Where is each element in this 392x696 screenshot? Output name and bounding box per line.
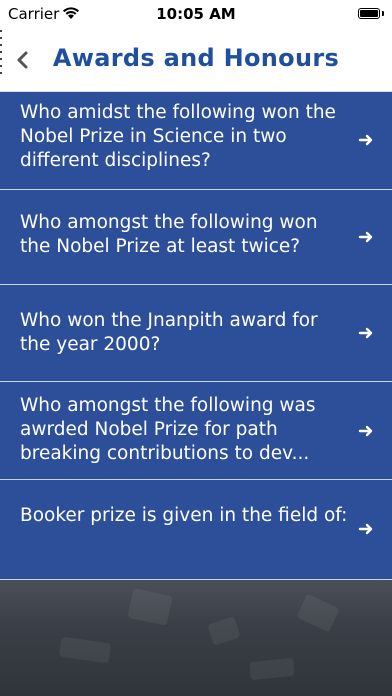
question-text: Who amongst the following won the Nobel …: [20, 212, 318, 257]
arrow-right-icon: [358, 231, 373, 243]
status-time: 10:05 AM: [156, 5, 236, 23]
arrow-right-icon: [358, 134, 373, 146]
navigation-header: Awards and Honours: [0, 28, 392, 92]
battery-tip: [382, 11, 384, 16]
arrow-right-icon: [358, 523, 373, 535]
question-list: Who amidst the following won the Nobel P…: [0, 92, 392, 580]
battery-icon: [358, 8, 380, 19]
page-title: Awards and Honours: [52, 44, 340, 72]
list-item[interactable]: Who amongst the following was awrded Nob…: [0, 382, 392, 480]
arrow-right-icon: [358, 425, 373, 437]
question-text: Who amidst the following won the Nobel P…: [20, 102, 336, 171]
list-item[interactable]: Who amongst the following won the Nobel …: [0, 190, 392, 285]
question-text: Who won the Jnanpith award for the year …: [20, 310, 318, 355]
background-image: [0, 580, 392, 696]
question-text: Who amongst the following was awrded Nob…: [20, 395, 316, 464]
status-bar: Carrier 10:05 AM: [0, 0, 392, 28]
list-item[interactable]: Who won the Jnanpith award for the year …: [0, 285, 392, 382]
question-text: Booker prize is given in the field of:: [20, 505, 348, 526]
list-item[interactable]: Who amidst the following won the Nobel P…: [0, 92, 392, 190]
arrow-right-icon: [358, 327, 373, 339]
list-item[interactable]: Booker prize is given in the field of:: [0, 480, 392, 580]
